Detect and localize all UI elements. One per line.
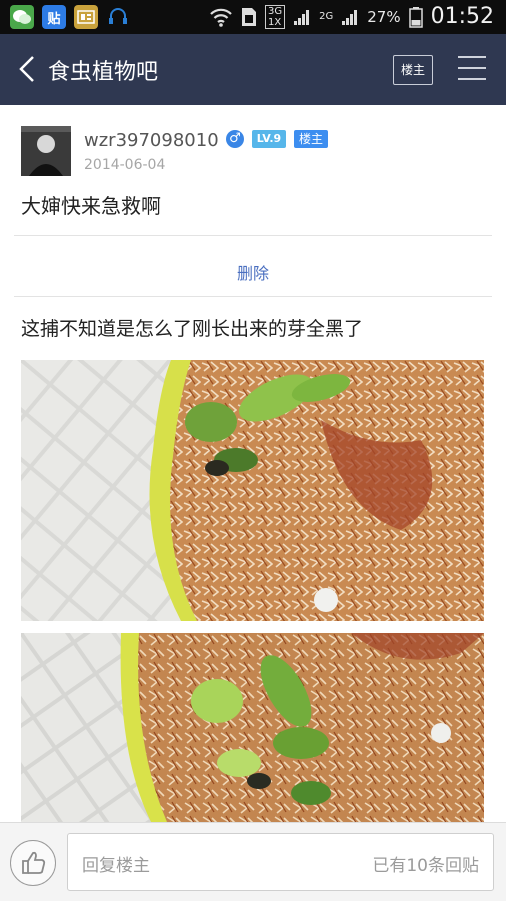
signal-2-icon [342,9,358,25]
network-3g-badge: 3G 1X [265,4,286,29]
male-icon: ♂ [226,130,244,148]
post-photo[interactable] [21,633,484,822]
avatar[interactable] [21,126,71,176]
delete-link[interactable]: 删除 [0,260,506,284]
clock: 01:52 [430,4,494,29]
reply-count: 已有10条回贴 [372,856,479,876]
post-photo[interactable] [21,360,484,621]
reply-placeholder: 回复楼主 [82,856,150,876]
signal-icon [294,9,310,25]
sim-card-icon [242,7,256,26]
post-title: 大婶快来急救啊 [21,194,161,218]
back-arrow-icon[interactable] [14,54,44,84]
post-date: 2014-06-04 [84,157,166,173]
news-icon [74,5,98,29]
like-button[interactable] [10,840,56,886]
only-op-button[interactable]: 楼主 [393,55,433,85]
network-2g-label: 2G [319,11,334,22]
tieba-icon: 贴 [42,5,66,29]
headset-icon [106,5,130,29]
system-status: 3G 1X 2G 27% 01:52 [209,4,494,29]
reply-bar: 回复楼主 已有10条回贴 [0,822,506,901]
forum-title: 食虫植物吧 [48,60,159,85]
menu-icon[interactable] [458,56,486,82]
op-badge: 楼主 [294,130,328,148]
battery-percent: 27% [367,7,401,26]
battery-icon [408,6,423,28]
status-bar: 贴 3G 1X 2G 27% 01:52 [0,0,506,34]
app-header: 食虫植物吧 楼主 [0,34,506,105]
thumbs-up-icon [22,851,46,874]
notification-icons: 贴 [10,5,130,29]
wifi-icon [210,8,232,27]
reply-input[interactable]: 回复楼主 已有10条回贴 [67,833,494,891]
post-body: 这捕不知道是怎么了刚长出来的芽全黑了 [21,318,364,340]
divider [14,296,492,297]
wechat-icon [10,5,34,29]
divider [14,235,492,236]
username[interactable]: wzr397098010 [84,130,219,151]
level-badge: LV.9 [252,130,286,148]
